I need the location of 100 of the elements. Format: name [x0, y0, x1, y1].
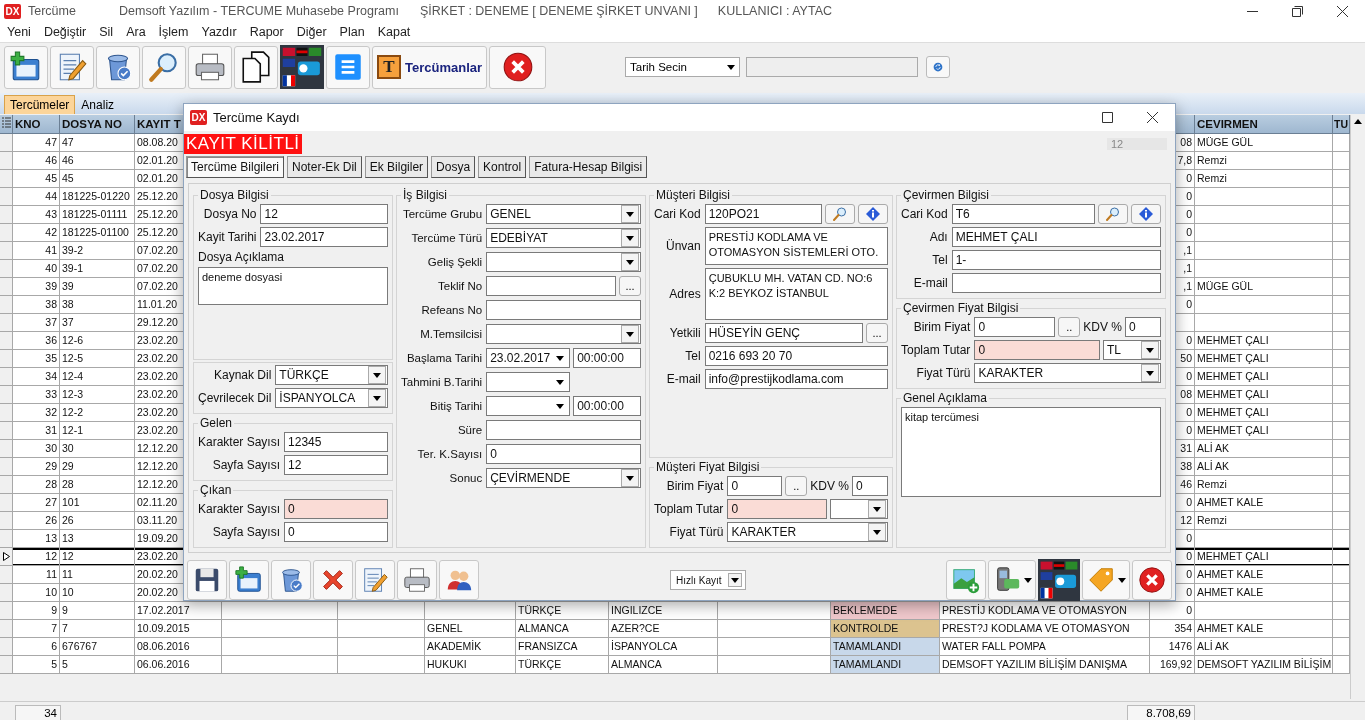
dropdown[interactable]: İSPANYOLCA — [275, 388, 388, 408]
text-field[interactable]: 0 — [1125, 317, 1161, 337]
menu-item[interactable]: Plan — [339, 25, 365, 39]
row-selector[interactable] — [0, 548, 13, 566]
search-button[interactable] — [1098, 204, 1128, 224]
tab[interactable]: Analiz — [75, 95, 121, 114]
search-button[interactable] — [142, 45, 186, 89]
ellipsis-button[interactable]: ... — [866, 323, 888, 343]
text-field[interactable] — [951, 273, 1161, 293]
close-icon[interactable] — [1147, 112, 1158, 123]
text-field[interactable] — [486, 420, 641, 440]
dropdown[interactable]: Hızlı Kayıt — [670, 570, 746, 590]
text-field[interactable]: 1- — [951, 250, 1161, 270]
menu-item[interactable]: Rapor — [249, 25, 284, 39]
date-dropdown[interactable]: Tarih Secin — [625, 57, 741, 77]
text-field[interactable]: 12 — [284, 455, 388, 475]
delete-button[interactable] — [271, 560, 311, 600]
new-button[interactable] — [4, 45, 48, 89]
menu-item[interactable]: Ara — [126, 25, 146, 39]
dropdown[interactable]: KARAKTER — [727, 522, 888, 542]
menu-item[interactable]: İşlem — [158, 25, 189, 39]
text-area[interactable]: kitap tercümesi — [901, 407, 1161, 497]
restore-icon[interactable] — [1292, 5, 1303, 17]
date-picker[interactable] — [486, 372, 571, 392]
sms-button[interactable] — [988, 560, 1036, 600]
maximize-icon[interactable] — [1102, 112, 1113, 123]
tab[interactable]: Dosya — [431, 156, 476, 178]
dropdown[interactable]: TL — [1103, 340, 1161, 360]
text-field[interactable]: 0 — [852, 476, 888, 496]
text-field[interactable]: HÜSEYİN GENÇ — [704, 323, 863, 343]
copy-button[interactable] — [234, 45, 278, 89]
text-field[interactable]: 12 — [260, 204, 388, 224]
text-field[interactable]: 0 — [974, 317, 1056, 337]
scrollbar[interactable] — [1350, 115, 1365, 699]
text-field[interactable]: T6 — [951, 204, 1095, 224]
text-field[interactable]: 0216 693 20 70 — [704, 346, 888, 366]
edit-button[interactable] — [50, 45, 94, 89]
table-row[interactable]: 6 676767 08.06.2016 AKADEMİK FRANSIZCA İSPANYOLCA TAMAMLANDI WATER FALL POMPA 1476 ALİ AK — [0, 638, 1350, 656]
dropdown[interactable]: GENEL — [486, 204, 641, 224]
edit-button[interactable] — [355, 560, 395, 600]
menu-item[interactable]: Kapat — [377, 25, 411, 39]
tab[interactable]: Tercüme Bilgileri — [186, 156, 285, 178]
search-button[interactable] — [825, 204, 855, 224]
tab[interactable]: Tercümeler — [4, 95, 76, 114]
text-field[interactable] — [486, 276, 616, 296]
date-picker[interactable]: 23.02.2017 — [486, 348, 571, 368]
tab[interactable]: Ek Bilgiler — [364, 156, 429, 178]
text-field[interactable]: 23.02.2017 — [260, 227, 388, 247]
flags-button[interactable] — [1038, 560, 1080, 600]
dropdown[interactable] — [830, 499, 888, 519]
info-button[interactable] — [1131, 204, 1161, 224]
close-button[interactable] — [1132, 560, 1172, 600]
ellipsis-button[interactable]: ... — [619, 276, 641, 296]
dropdown[interactable]: TÜRKÇE — [275, 365, 388, 385]
dropdown[interactable] — [486, 252, 641, 272]
text-field[interactable]: 0 — [974, 340, 1100, 360]
menu-item[interactable]: Değiştir — [43, 25, 87, 39]
delete-button[interactable] — [96, 45, 140, 89]
filter-field[interactable] — [746, 57, 919, 77]
translators-button[interactable]: T Tercümanlar — [372, 45, 488, 89]
text-area[interactable]: deneme dosyasi — [198, 267, 388, 305]
print-button[interactable] — [188, 45, 232, 89]
text-field[interactable]: 0 — [284, 522, 388, 542]
print-button[interactable] — [397, 560, 437, 600]
refresh-button[interactable] — [926, 56, 951, 78]
menu-item[interactable]: Yazdır — [201, 25, 237, 39]
tab[interactable]: Fatura-Hesap Bilgisi — [529, 156, 648, 178]
text-field[interactable]: 120PO21 — [704, 204, 822, 224]
text-field[interactable]: 0 — [727, 499, 827, 519]
save-button[interactable] — [187, 560, 227, 600]
image-add-button[interactable] — [946, 560, 986, 600]
new-button[interactable] — [229, 560, 269, 600]
menu-item[interactable]: Diğer — [296, 25, 327, 39]
table-row[interactable]: 9 9 17.02.2017 TÜRKÇE INGILIZCE BEKLEMEDE PRESTİJ KODLAMA VE OTOMASYON 0 — [0, 602, 1350, 620]
dropdown[interactable]: EDEBİYAT — [486, 228, 641, 248]
table-row[interactable]: 5 5 06.06.2016 HUKUKI TÜRKÇE ALMANCA TAMAMLANDI DEMSOFT YAZILIM BİLİŞİM DANIŞMA 169,92 DEMSOFT YAZILIM BİLİŞİM — [0, 656, 1350, 674]
text-field[interactable] — [486, 300, 641, 320]
menu-item[interactable]: Yeni — [7, 25, 31, 39]
text-field[interactable]: MEHMET ÇALI — [951, 227, 1161, 247]
cancel-button[interactable] — [313, 560, 353, 600]
text-field[interactable]: 00:00:00 — [573, 348, 641, 368]
flags-button[interactable] — [280, 45, 324, 89]
close-icon[interactable] — [1337, 5, 1348, 17]
ellipsis-button[interactable]: .. — [1058, 317, 1081, 337]
dropdown[interactable]: KARAKTER — [974, 363, 1161, 383]
text-field[interactable]: 00:00:00 — [573, 396, 641, 416]
text-field[interactable]: 0 — [727, 476, 783, 496]
text-field[interactable]: 12345 — [284, 432, 388, 452]
tab[interactable]: Kontrol — [478, 156, 527, 178]
date-picker[interactable] — [486, 396, 571, 416]
text-area[interactable]: PRESTİJ KODLAMA VE OTOMASYON SİSTEMLERİ OTO. — [704, 227, 888, 265]
info-button[interactable] — [858, 204, 888, 224]
ellipsis-button[interactable]: .. — [785, 476, 808, 496]
table-row[interactable]: 7 7 10.09.2015 GENEL ALMANCA AZER?CE KONTROLDE PREST?J KODLAMA VE OTOMASYON 354 AHMET KALE — [0, 620, 1350, 638]
text-field[interactable]: 0 — [284, 499, 388, 519]
tab[interactable]: Noter-Ek Dil — [287, 156, 362, 178]
users-button[interactable] — [439, 560, 479, 600]
dropdown[interactable]: ÇEVİRMENDE — [486, 468, 641, 488]
dropdown[interactable] — [486, 324, 641, 344]
menu-item[interactable]: Sil — [99, 25, 114, 39]
